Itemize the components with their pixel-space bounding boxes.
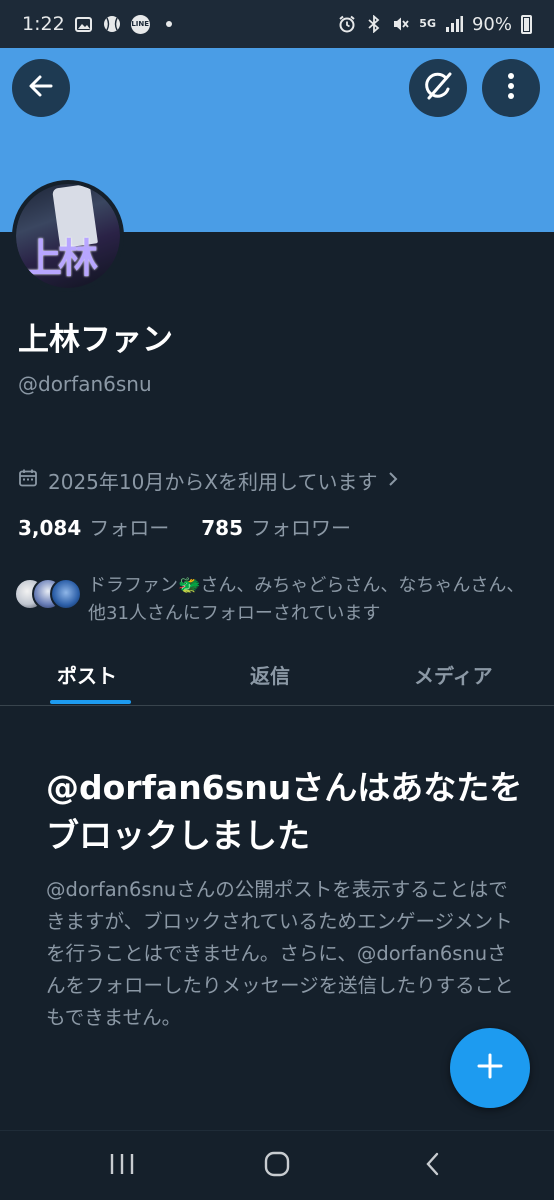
dot-icon (160, 15, 178, 33)
status-time: 1:22 (22, 13, 65, 35)
profile-tabs: ポスト 返信 メディア (0, 648, 554, 706)
arrow-left-icon (27, 72, 55, 104)
tab-posts[interactable]: ポスト (57, 660, 117, 689)
chevron-right-icon (387, 469, 399, 493)
handle: @dorfan6snu (18, 372, 152, 396)
active-tab-indicator (50, 700, 131, 704)
mutual-avatar-3 (50, 578, 82, 610)
recents-icon (109, 1152, 135, 1180)
more-button[interactable] (482, 59, 540, 117)
home-icon (264, 1151, 290, 1181)
following-label[interactable]: フォロー (89, 512, 169, 541)
tab-media[interactable]: メディア (414, 660, 493, 689)
profile-avatar[interactable]: 上林 (12, 180, 124, 292)
blocked-title: @dorfan6snuさんはあなたをブロックしました (46, 768, 523, 855)
bluetooth-icon (365, 15, 383, 33)
avatar-image: 上林 (16, 184, 120, 288)
joined-date-row[interactable]: 2025年10月からXを利用しています (18, 466, 399, 495)
following-count[interactable]: 3,084 (18, 516, 81, 540)
grok-button[interactable] (409, 59, 467, 117)
more-vertical-icon (507, 72, 515, 104)
status-bar: 1:22 LINE 5G 90% (0, 0, 554, 48)
followers-count[interactable]: 785 (201, 516, 243, 540)
plus-icon (476, 1052, 504, 1084)
follow-stats: 3,084 フォロー 785 フォロワー (18, 512, 351, 541)
followers-label[interactable]: フォロワー (251, 512, 351, 541)
signal-icon (445, 15, 463, 33)
tab-replies[interactable]: 返信 (250, 660, 290, 689)
mutual-avatars (14, 572, 86, 612)
blocked-description: @dorfan6snuさんの公開ポストを表示することはできますが、ブロックされて… (46, 878, 514, 1029)
battery-percent: 90% (471, 13, 512, 35)
back-button[interactable] (12, 59, 70, 117)
followed-by-text: ドラファン🐲さん、みちゃどらさん、なちゃんさん、他31人さんにフォローされていま… (88, 575, 525, 624)
recents-button[interactable] (108, 1151, 136, 1181)
battery-icon (521, 14, 532, 34)
grok-icon (421, 69, 455, 107)
calendar-icon (18, 468, 38, 493)
followed-by-row[interactable]: ドラファン🐲さん、みちゃどらさん、なちゃんさん、他31人さんにフォローされていま… (14, 572, 534, 628)
network-label: 5G (419, 17, 436, 30)
gallery-icon (75, 15, 93, 33)
joined-text: 2025年10月からXを利用しています (48, 470, 378, 494)
back-chevron-icon (424, 1151, 440, 1181)
display-name: 上林ファン (18, 322, 173, 358)
system-nav-bar (0, 1130, 554, 1200)
avatar-kanji: 上林 (22, 236, 98, 282)
alarm-icon (338, 15, 356, 33)
baseball-icon (103, 15, 121, 33)
mute-icon (392, 15, 410, 33)
compose-button[interactable] (450, 1028, 530, 1108)
line-app-icon: LINE (130, 14, 150, 34)
system-back-button[interactable] (420, 1151, 444, 1181)
home-button[interactable] (262, 1151, 292, 1181)
